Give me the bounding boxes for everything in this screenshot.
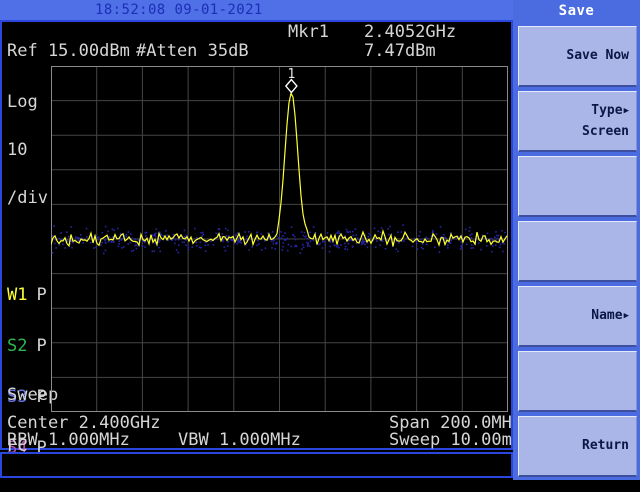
trace-mode: P	[36, 285, 47, 305]
marker-frequency: 2.4052GHz	[364, 22, 457, 42]
marker-amplitude: 7.47dBm	[364, 41, 436, 61]
graticule-and-spectrum-trace: 1	[51, 66, 508, 412]
scale-value: 10	[7, 140, 28, 160]
submenu-arrow-icon: ▶	[623, 105, 629, 116]
vbw: VBW 1.000MHz	[178, 430, 301, 450]
softkey-return[interactable]: Return	[518, 416, 637, 477]
softkey-name[interactable]: Name ▶	[518, 286, 637, 347]
status-bar	[0, 452, 513, 478]
scale-log: Log	[7, 92, 38, 112]
softkey-blank-1[interactable]	[518, 156, 637, 217]
rbw: RBW 1.000MHz	[7, 430, 130, 450]
softkey-blank-2[interactable]	[518, 221, 637, 282]
trace-label-w1: W1 P	[7, 287, 48, 304]
datetime-display: 18:52:08 09-01-2021	[95, 2, 263, 18]
softkey-label: Type	[591, 102, 623, 118]
softkey-value: Screen	[582, 123, 629, 139]
ref-level: Ref 15.00dBm	[7, 41, 130, 61]
marker-label: Mkr1	[288, 22, 329, 42]
softkey-buttons: Save Now Type ▶ Screen Name ▶ Return	[518, 26, 637, 477]
display-area: Mkr1 2.4052GHz Ref 15.00dBm #Atten 35dB …	[0, 20, 522, 457]
softkey-menu: Save Save Now Type ▶ Screen Name ▶ Return	[513, 0, 640, 480]
svg-text:1: 1	[287, 67, 295, 82]
menu-title: Save	[558, 3, 595, 19]
softkey-label: Save Now	[566, 48, 629, 63]
sweep-time: Sweep 10.00ms	[389, 430, 523, 450]
softkey-type[interactable]: Type ▶ Screen	[518, 91, 637, 152]
softkey-save-now[interactable]: Save Now	[518, 26, 637, 87]
trace-name: W1	[7, 285, 28, 305]
softkey-label: Return	[582, 438, 629, 453]
softkey-label: Name	[591, 308, 623, 323]
scale-div: /div	[7, 188, 48, 208]
attenuation: #Atten 35dB	[136, 41, 249, 61]
softkey-blank-3[interactable]	[518, 351, 637, 412]
submenu-arrow-icon: ▶	[623, 311, 629, 321]
amplitude-scale: Log 10 /div	[7, 62, 48, 238]
